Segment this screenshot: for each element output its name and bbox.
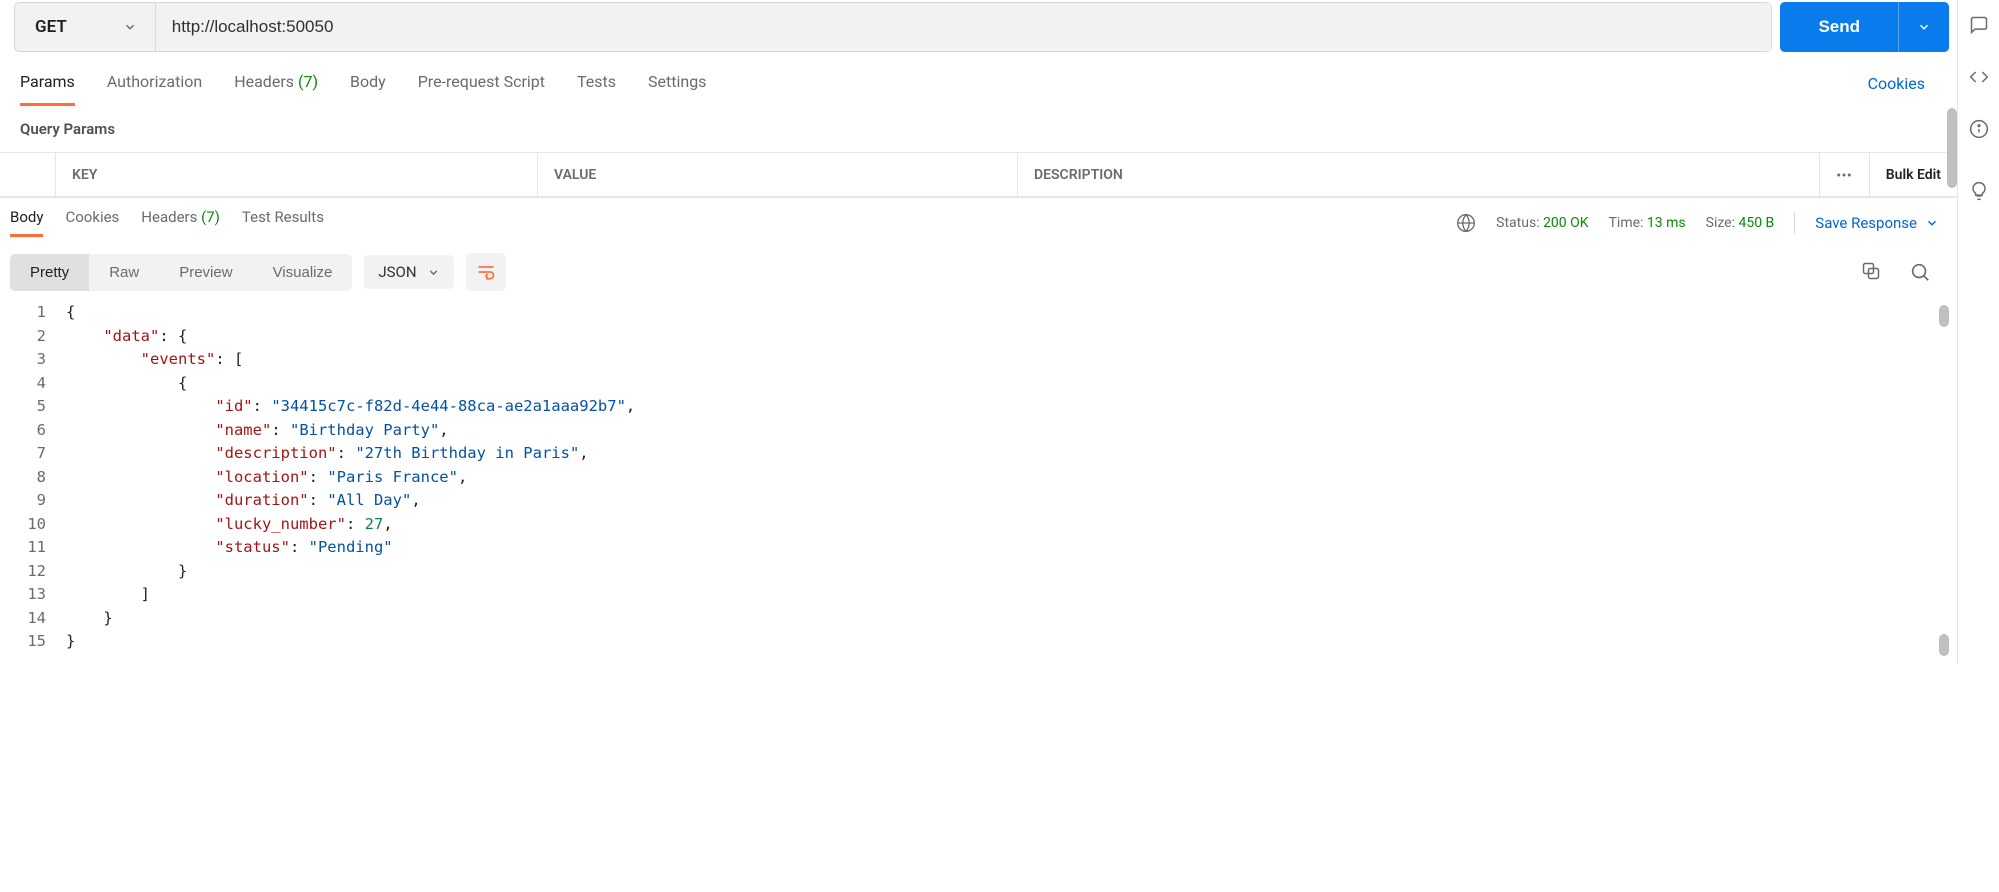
copy-icon[interactable] <box>1861 261 1881 283</box>
tab-settings[interactable]: Settings <box>648 72 706 106</box>
bulk-edit-button[interactable]: Bulk Edit <box>1870 167 1957 183</box>
tab-body[interactable]: Body <box>350 72 386 106</box>
response-body-viewer[interactable]: 1 2 3 4 5 6 7 8 9 10 11 12 13 14 15 { "d… <box>0 297 1957 664</box>
response-tab-headers-count: (7) <box>201 208 220 226</box>
params-key-header: KEY <box>56 153 538 196</box>
comments-icon[interactable] <box>1968 14 1990 36</box>
status-label: Status: <box>1496 215 1539 231</box>
tab-prerequest[interactable]: Pre-request Script <box>418 72 545 106</box>
save-response-label: Save Response <box>1815 214 1917 232</box>
info-icon[interactable] <box>1968 118 1990 140</box>
wrap-lines-button[interactable] <box>466 253 506 291</box>
response-tab-headers-label: Headers <box>141 208 197 226</box>
time-value: 13 ms <box>1647 215 1686 231</box>
view-visualize-button[interactable]: Visualize <box>253 254 353 291</box>
tab-params[interactable]: Params <box>20 72 75 106</box>
params-value-header: VALUE <box>538 153 1018 196</box>
response-tab-cookies[interactable]: Cookies <box>65 208 119 237</box>
scrollbar-thumb[interactable] <box>1947 108 1957 188</box>
tab-headers-count: (7) <box>298 72 318 91</box>
code-icon[interactable] <box>1968 66 1990 88</box>
tab-authorization[interactable]: Authorization <box>107 72 202 106</box>
line-number-gutter: 1 2 3 4 5 6 7 8 9 10 11 12 13 14 15 <box>10 301 66 654</box>
format-select[interactable]: JSON <box>364 255 453 289</box>
status-value: 200 OK <box>1543 215 1589 231</box>
view-raw-button[interactable]: Raw <box>89 254 159 291</box>
send-dropdown-button[interactable] <box>1898 2 1949 52</box>
search-icon[interactable] <box>1909 261 1931 283</box>
time-block: Time: 13 ms <box>1609 215 1686 231</box>
response-tab-headers[interactable]: Headers (7) <box>141 208 220 237</box>
chevron-down-icon <box>123 20 137 34</box>
params-checkbox-col <box>0 153 56 196</box>
tips-icon[interactable] <box>1968 180 1990 202</box>
time-label: Time: <box>1609 215 1644 231</box>
tab-tests[interactable]: Tests <box>577 72 616 106</box>
size-label: Size: <box>1706 215 1735 231</box>
format-label: JSON <box>378 263 416 281</box>
status-block: Status: 200 OK <box>1496 215 1588 231</box>
cookies-link[interactable]: Cookies <box>1868 74 1925 105</box>
code-content: { "data": { "events": [ { "id": "34415c7… <box>66 301 1957 654</box>
divider <box>1794 212 1795 234</box>
globe-icon[interactable] <box>1456 213 1476 233</box>
params-description-header: DESCRIPTION <box>1018 153 1820 196</box>
view-mode-group: Pretty Raw Preview Visualize <box>10 254 352 291</box>
http-method-select[interactable]: GET <box>15 3 156 51</box>
more-options-button[interactable] <box>1820 153 1870 196</box>
send-button[interactable]: Send <box>1780 2 1898 52</box>
request-url-input[interactable] <box>156 3 1772 51</box>
params-table: KEY VALUE DESCRIPTION Bulk Edit <box>0 152 1957 198</box>
view-preview-button[interactable]: Preview <box>159 254 252 291</box>
tab-headers[interactable]: Headers (7) <box>234 72 318 106</box>
scrollbar-thumb[interactable] <box>1939 305 1949 327</box>
response-tab-body[interactable]: Body <box>10 208 43 237</box>
size-block: Size: 450 B <box>1706 215 1775 231</box>
right-side-strip <box>1957 0 1999 664</box>
scrollbar-thumb[interactable] <box>1939 634 1949 656</box>
save-response-button[interactable]: Save Response <box>1815 214 1949 232</box>
response-tab-test-results[interactable]: Test Results <box>242 208 324 237</box>
http-method-label: GET <box>35 17 67 37</box>
query-params-title: Query Params <box>0 106 1957 152</box>
size-value: 450 B <box>1738 215 1774 231</box>
tab-headers-label: Headers <box>234 72 294 91</box>
view-pretty-button[interactable]: Pretty <box>10 254 89 291</box>
